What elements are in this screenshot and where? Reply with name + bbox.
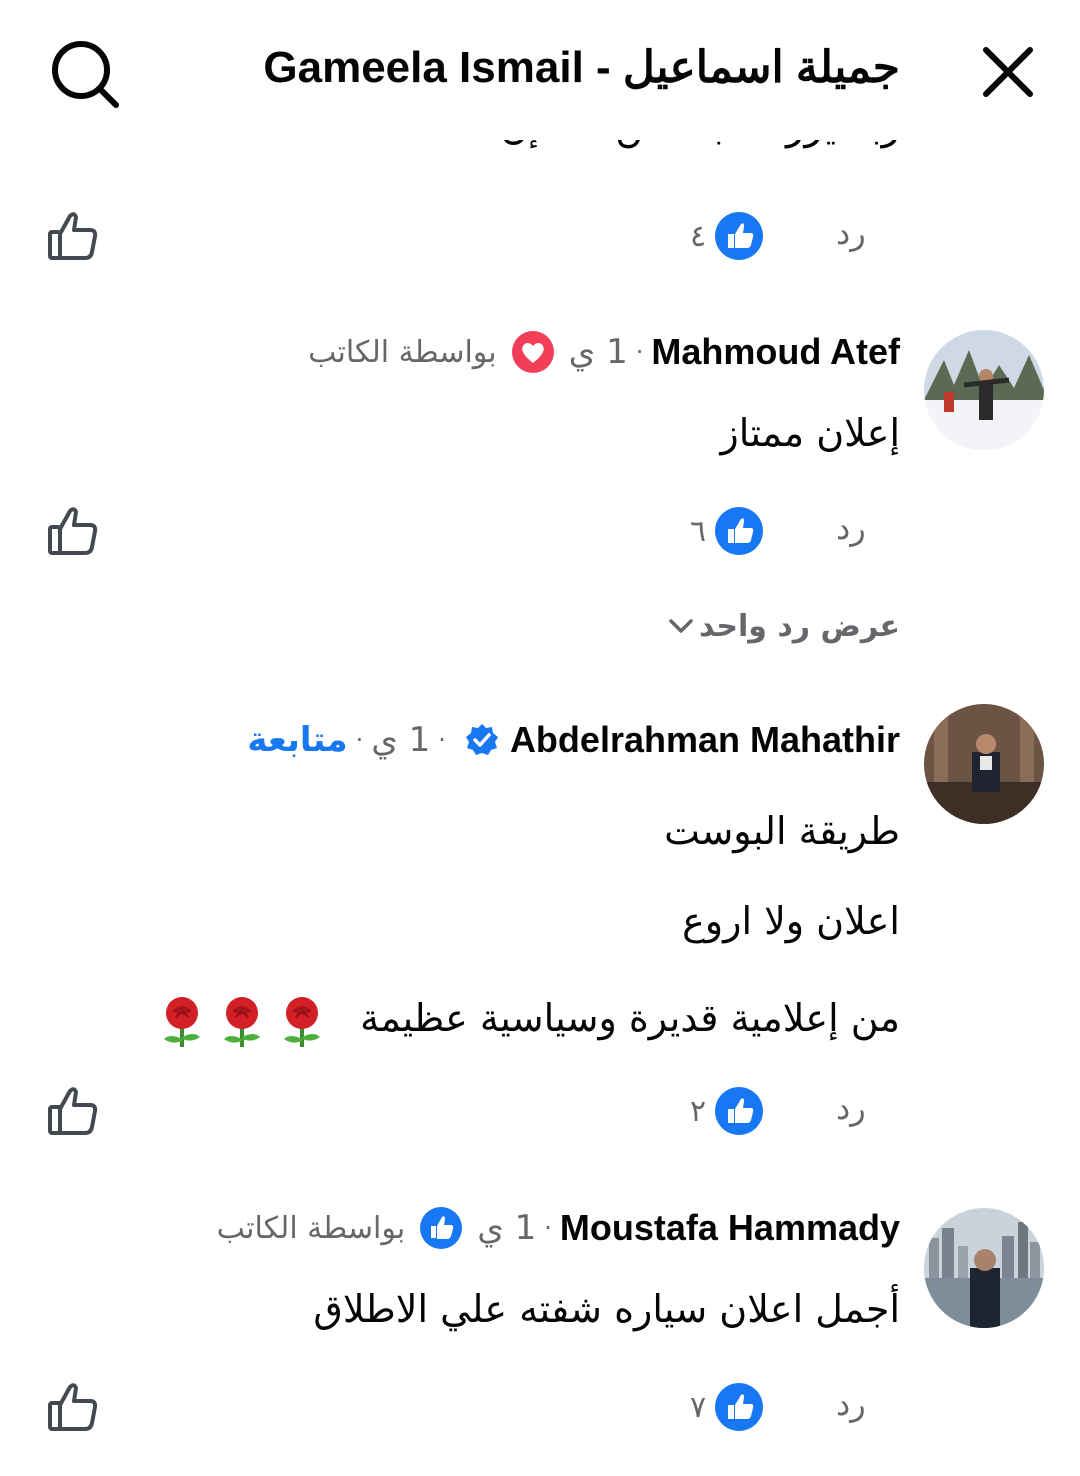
- reply-button[interactable]: رد: [836, 1089, 866, 1127]
- like-outline-icon[interactable]: [44, 1379, 100, 1435]
- separator-dot: ·: [438, 726, 446, 754]
- comment-time[interactable]: 1 ي: [371, 720, 430, 760]
- avatar[interactable]: [924, 330, 1044, 450]
- comment-actions: ٧ رد: [0, 1373, 1080, 1443]
- header-bar: Gameela Ismail - جميلة اسماعيل: [0, 0, 1080, 140]
- comment-actions: ٢ رد: [0, 1077, 1080, 1147]
- comment-text-line: اعلان ولا اروع: [682, 899, 900, 943]
- separator-dot: ·: [355, 726, 364, 754]
- like-reaction-icon: [715, 1383, 764, 1431]
- comment-text: إعلان ممتاز: [720, 411, 900, 455]
- search-icon[interactable]: [44, 34, 124, 114]
- rose-emoji: [224, 996, 261, 1047]
- like-reaction-icon: [420, 1207, 463, 1249]
- like-summary[interactable]: ٤: [690, 210, 764, 262]
- comment-meta: Abdelrahman Mahathir · 1 ي · متابعة: [247, 714, 900, 766]
- page-title: Gameela Ismail - جميلة اسماعيل: [263, 43, 900, 92]
- like-summary[interactable]: ٦: [690, 505, 764, 557]
- by-author-label: بواسطة الكاتب: [308, 334, 497, 370]
- separator-dot: ·: [635, 338, 644, 366]
- rose-emoji: [284, 996, 321, 1047]
- like-count: ٦: [690, 513, 707, 549]
- reply-button[interactable]: رد: [836, 1385, 866, 1423]
- comment-text-line: من إعلامية قديرة وسياسية عظيمة: [154, 990, 900, 1049]
- comment-time[interactable]: 1 ي: [477, 1208, 536, 1248]
- view-replies-button[interactable]: عرض رد واحد: [653, 608, 900, 644]
- separator-dot: ·: [544, 1214, 552, 1242]
- like-outline-icon[interactable]: [44, 503, 100, 559]
- comment-meta: Mahmoud Atef · 1 ي بواسطة الكاتب: [308, 326, 900, 378]
- author-name[interactable]: Moustafa Hammady: [560, 1207, 900, 1249]
- comment-text-line: طريقة البوست: [664, 809, 900, 853]
- avatar[interactable]: [924, 1208, 1044, 1328]
- like-reaction-icon: [715, 1087, 764, 1135]
- like-count: ٤: [690, 218, 707, 254]
- author-name[interactable]: Mahmoud Atef: [651, 331, 900, 373]
- love-reaction-icon: [511, 331, 554, 373]
- reply-button[interactable]: رد: [836, 214, 866, 252]
- reply-button[interactable]: رد: [836, 509, 866, 547]
- avatar[interactable]: [924, 704, 1044, 824]
- rose-emoji: [164, 996, 201, 1047]
- chevron-down-icon: [669, 619, 693, 633]
- comment-text: أجمل اعلان سياره شفته علي الاطلاق: [313, 1287, 900, 1331]
- comment-actions: ٦ رد: [0, 497, 1080, 567]
- comment-meta: Moustafa Hammady · 1 ي بواسطة الكاتب: [217, 1202, 900, 1254]
- comment-actions: ٤ رد: [0, 202, 1080, 272]
- like-outline-icon[interactable]: [44, 208, 100, 264]
- verified-badge-icon: [465, 724, 498, 755]
- comment-time[interactable]: 1 ي: [569, 332, 628, 372]
- like-reaction-icon: [715, 507, 764, 555]
- like-count: ٧: [690, 1389, 707, 1425]
- follow-button[interactable]: متابعة: [247, 720, 347, 760]
- by-author-label: بواسطة الكاتب: [216, 1210, 406, 1246]
- view-replies-label: عرض رد واحد: [699, 608, 900, 644]
- like-count: ٢: [690, 1093, 707, 1129]
- author-name[interactable]: Abdelrahman Mahathir: [510, 719, 900, 761]
- close-icon[interactable]: [970, 34, 1046, 110]
- like-outline-icon[interactable]: [44, 1083, 100, 1139]
- rose-emoji-group: [154, 993, 330, 1049]
- like-summary[interactable]: ٢: [690, 1085, 764, 1137]
- like-summary[interactable]: ٧: [690, 1381, 764, 1433]
- comment-text-span: من إعلامية قديرة وسياسية عظيمة: [360, 996, 900, 1040]
- like-reaction-icon: [715, 212, 764, 260]
